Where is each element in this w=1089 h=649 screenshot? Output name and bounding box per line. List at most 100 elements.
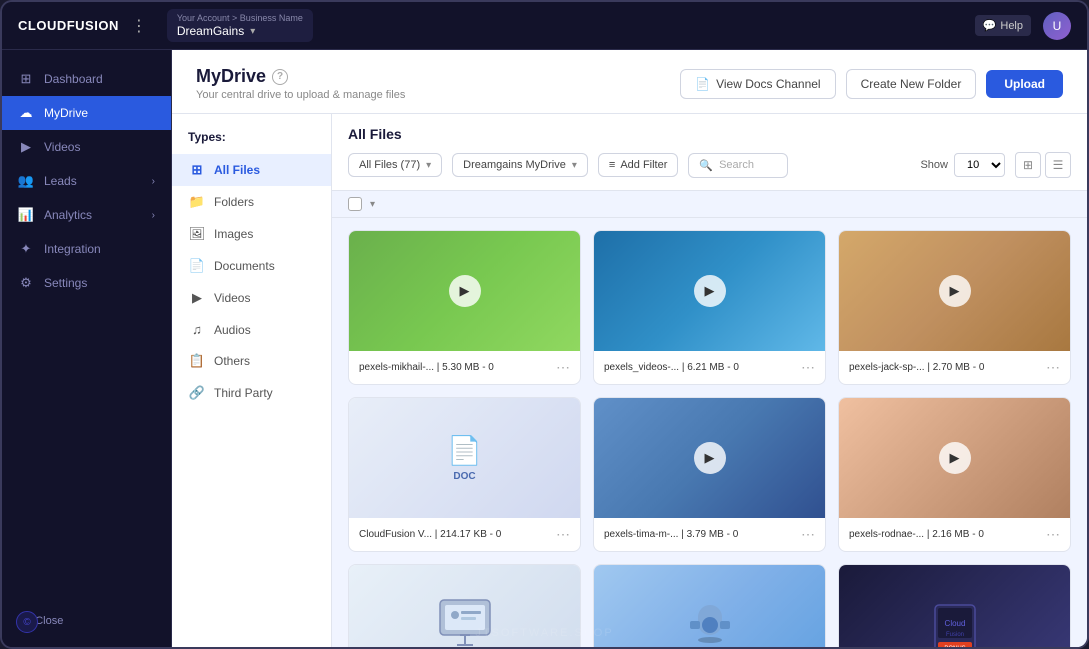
file-name: pexels_videos-... | 6.21 MB - 0 xyxy=(604,362,793,373)
page-subtitle: Your central drive to upload & manage fi… xyxy=(196,89,405,101)
file-thumbnail xyxy=(349,565,580,647)
info-icon[interactable]: ? xyxy=(272,69,288,85)
add-filter-button[interactable]: ≡ Add Filter xyxy=(598,153,679,177)
type-item-folders[interactable]: 📁 Folders xyxy=(172,186,331,218)
help-button[interactable]: 💬 Help xyxy=(975,15,1031,36)
content-header: MyDrive ? Your central drive to upload &… xyxy=(172,50,1087,114)
account-label: Your Account > Business Name xyxy=(177,13,303,23)
file-info: pexels-jack-sp-... | 2.70 MB - 0 ⋯ xyxy=(839,351,1070,384)
file-info: pexels-rodnae-... | 2.16 MB - 0 ⋯ xyxy=(839,518,1070,551)
dropdown-arrow-icon[interactable]: ▾ xyxy=(370,199,375,210)
avatar[interactable]: U xyxy=(1043,12,1071,40)
main-layout: ⊞ Dashboard ☁ MyDrive ▶ Videos 👥 Leads ›… xyxy=(2,50,1087,647)
sidebar-item-videos[interactable]: ▶ Videos xyxy=(2,130,171,164)
sidebar-item-settings[interactable]: ⚙ Settings xyxy=(2,266,171,300)
file-info: pexels_videos-... | 6.21 MB - 0 ⋯ xyxy=(594,351,825,384)
third-party-icon: 🔗 xyxy=(188,385,206,401)
file-card[interactable]: ▶ pexels-jack-sp-... | 2.70 MB - 0 ⋯ xyxy=(838,230,1071,385)
file-card[interactable]: Cloud Fusion BONUS ⋯ xyxy=(838,564,1071,647)
file-more-icon[interactable]: ⋯ xyxy=(556,526,570,543)
presentation-thumb-svg xyxy=(435,595,495,647)
grid-view-button[interactable]: ⊞ xyxy=(1015,152,1041,178)
play-button[interactable]: ▶ xyxy=(939,442,971,474)
dropdown-caret-icon: ▾ xyxy=(426,160,431,171)
sidebar-item-dashboard[interactable]: ⊞ Dashboard xyxy=(2,62,171,96)
type-item-others[interactable]: 📋 Others xyxy=(172,345,331,377)
doc-preview: 📄 DOC xyxy=(447,434,482,482)
file-card[interactable]: 📄 DOC CloudFusion V... | 214.17 KB - 0 ⋯ xyxy=(348,397,581,552)
view-docs-button[interactable]: 📄 View Docs Channel xyxy=(680,69,835,99)
file-name: CloudFusion V... | 214.17 KB - 0 xyxy=(359,529,548,540)
show-label: Show xyxy=(920,159,948,171)
file-name: pexels-mikhail-... | 5.30 MB - 0 xyxy=(359,362,548,373)
file-card[interactable]: ⋯ xyxy=(348,564,581,647)
mydrive-icon: ☁ xyxy=(18,105,34,121)
svg-text:BONUS: BONUS xyxy=(944,646,965,647)
page-title-block: MyDrive ? Your central drive to upload &… xyxy=(196,66,405,101)
play-button[interactable]: ▶ xyxy=(694,442,726,474)
play-button[interactable]: ▶ xyxy=(449,275,481,307)
settings-icon: ⚙ xyxy=(18,275,34,291)
file-more-icon[interactable]: ⋯ xyxy=(1046,526,1060,543)
content-area: MyDrive ? Your central drive to upload &… xyxy=(172,50,1087,647)
file-info: pexels-mikhail-... | 5.30 MB - 0 ⋯ xyxy=(349,351,580,384)
sidebar-item-integration[interactable]: ✦ Integration xyxy=(2,232,171,266)
file-card[interactable]: ▶ pexels-rodnae-... | 2.16 MB - 0 ⋯ xyxy=(838,397,1071,552)
type-item-videos[interactable]: ▶ Videos xyxy=(172,282,331,314)
documents-icon: 📄 xyxy=(188,258,206,274)
file-name: pexels-tima-m-... | 3.79 MB - 0 xyxy=(604,529,793,540)
files-grid-container: ▶ pexels-mikhail-... | 5.30 MB - 0 ⋯ xyxy=(332,218,1087,647)
account-selector[interactable]: Your Account > Business Name DreamGains … xyxy=(167,9,313,42)
file-info: CloudFusion V... | 214.17 KB - 0 ⋯ xyxy=(349,518,580,551)
dashboard-icon: ⊞ xyxy=(18,71,34,87)
upload-button[interactable]: Upload xyxy=(986,70,1063,98)
file-card[interactable]: ▶ pexels-mikhail-... | 5.30 MB - 0 ⋯ xyxy=(348,230,581,385)
type-item-images[interactable]: 🖼 Images xyxy=(172,218,331,250)
search-box[interactable]: 🔍 Search xyxy=(688,153,788,178)
file-more-icon[interactable]: ⋯ xyxy=(801,526,815,543)
play-button[interactable]: ▶ xyxy=(939,275,971,307)
close-button[interactable]: ↩ Close xyxy=(18,614,155,627)
file-more-icon[interactable]: ⋯ xyxy=(1046,359,1060,376)
others-icon: 📋 xyxy=(188,353,206,369)
types-heading: Types: xyxy=(172,130,331,154)
app-window: CLOUDFUSION ⋮ Your Account > Business Na… xyxy=(0,0,1089,649)
sidebar-item-mydrive[interactable]: ☁ MyDrive xyxy=(2,96,171,130)
product-thumb-svg: Cloud Fusion BONUS xyxy=(920,590,990,647)
type-item-third-party[interactable]: 🔗 Third Party xyxy=(172,377,331,409)
files-panel: All Files All Files (77) ▾ Dreamgains My… xyxy=(332,114,1087,647)
page-title: MyDrive ? xyxy=(196,66,405,87)
show-controls: Show 10 25 50 ⊞ ☰ xyxy=(920,152,1071,178)
show-select[interactable]: 10 25 50 xyxy=(954,153,1005,177)
more-options-icon[interactable]: ⋮ xyxy=(131,16,147,36)
select-all-checkbox[interactable] xyxy=(348,197,362,211)
sidebar-item-analytics[interactable]: 📊 Analytics › xyxy=(2,198,171,232)
top-bar-right: 💬 Help U xyxy=(975,12,1071,40)
play-button[interactable]: ▶ xyxy=(694,275,726,307)
file-card[interactable]: ⋯ xyxy=(593,564,826,647)
file-more-icon[interactable]: ⋯ xyxy=(556,359,570,376)
file-thumbnail xyxy=(594,565,825,647)
create-folder-button[interactable]: Create New Folder xyxy=(846,69,977,99)
file-thumbnail: ▶ xyxy=(349,231,580,351)
audios-icon: ♫ xyxy=(188,322,206,337)
file-card[interactable]: ▶ pexels_videos-... | 6.21 MB - 0 ⋯ xyxy=(593,230,826,385)
location-dropdown[interactable]: Dreamgains MyDrive ▾ xyxy=(452,153,588,177)
file-card[interactable]: ▶ pexels-tima-m-... | 3.79 MB - 0 ⋯ xyxy=(593,397,826,552)
type-item-all-files[interactable]: ⊞ All Files xyxy=(172,154,331,186)
leads-icon: 👥 xyxy=(18,173,34,189)
type-item-audios[interactable]: ♫ Audios xyxy=(172,314,331,345)
all-files-dropdown[interactable]: All Files (77) ▾ xyxy=(348,153,442,177)
file-thumbnail: ▶ xyxy=(594,398,825,518)
content-body: Types: ⊞ All Files 📁 Folders 🖼 Images xyxy=(172,114,1087,647)
svg-text:Cloud: Cloud xyxy=(944,619,965,628)
sidebar-item-leads[interactable]: 👥 Leads › xyxy=(2,164,171,198)
list-view-button[interactable]: ☰ xyxy=(1045,152,1071,178)
file-more-icon[interactable]: ⋯ xyxy=(801,359,815,376)
files-toolbar: All Files (77) ▾ Dreamgains MyDrive ▾ ≡ … xyxy=(348,152,1071,178)
chevron-down-icon: ▾ xyxy=(250,26,255,37)
account-name: DreamGains ▾ xyxy=(177,24,303,38)
file-info: pexels-tima-m-... | 3.79 MB - 0 ⋯ xyxy=(594,518,825,551)
type-item-documents[interactable]: 📄 Documents xyxy=(172,250,331,282)
filter-icon: ≡ xyxy=(609,159,615,171)
